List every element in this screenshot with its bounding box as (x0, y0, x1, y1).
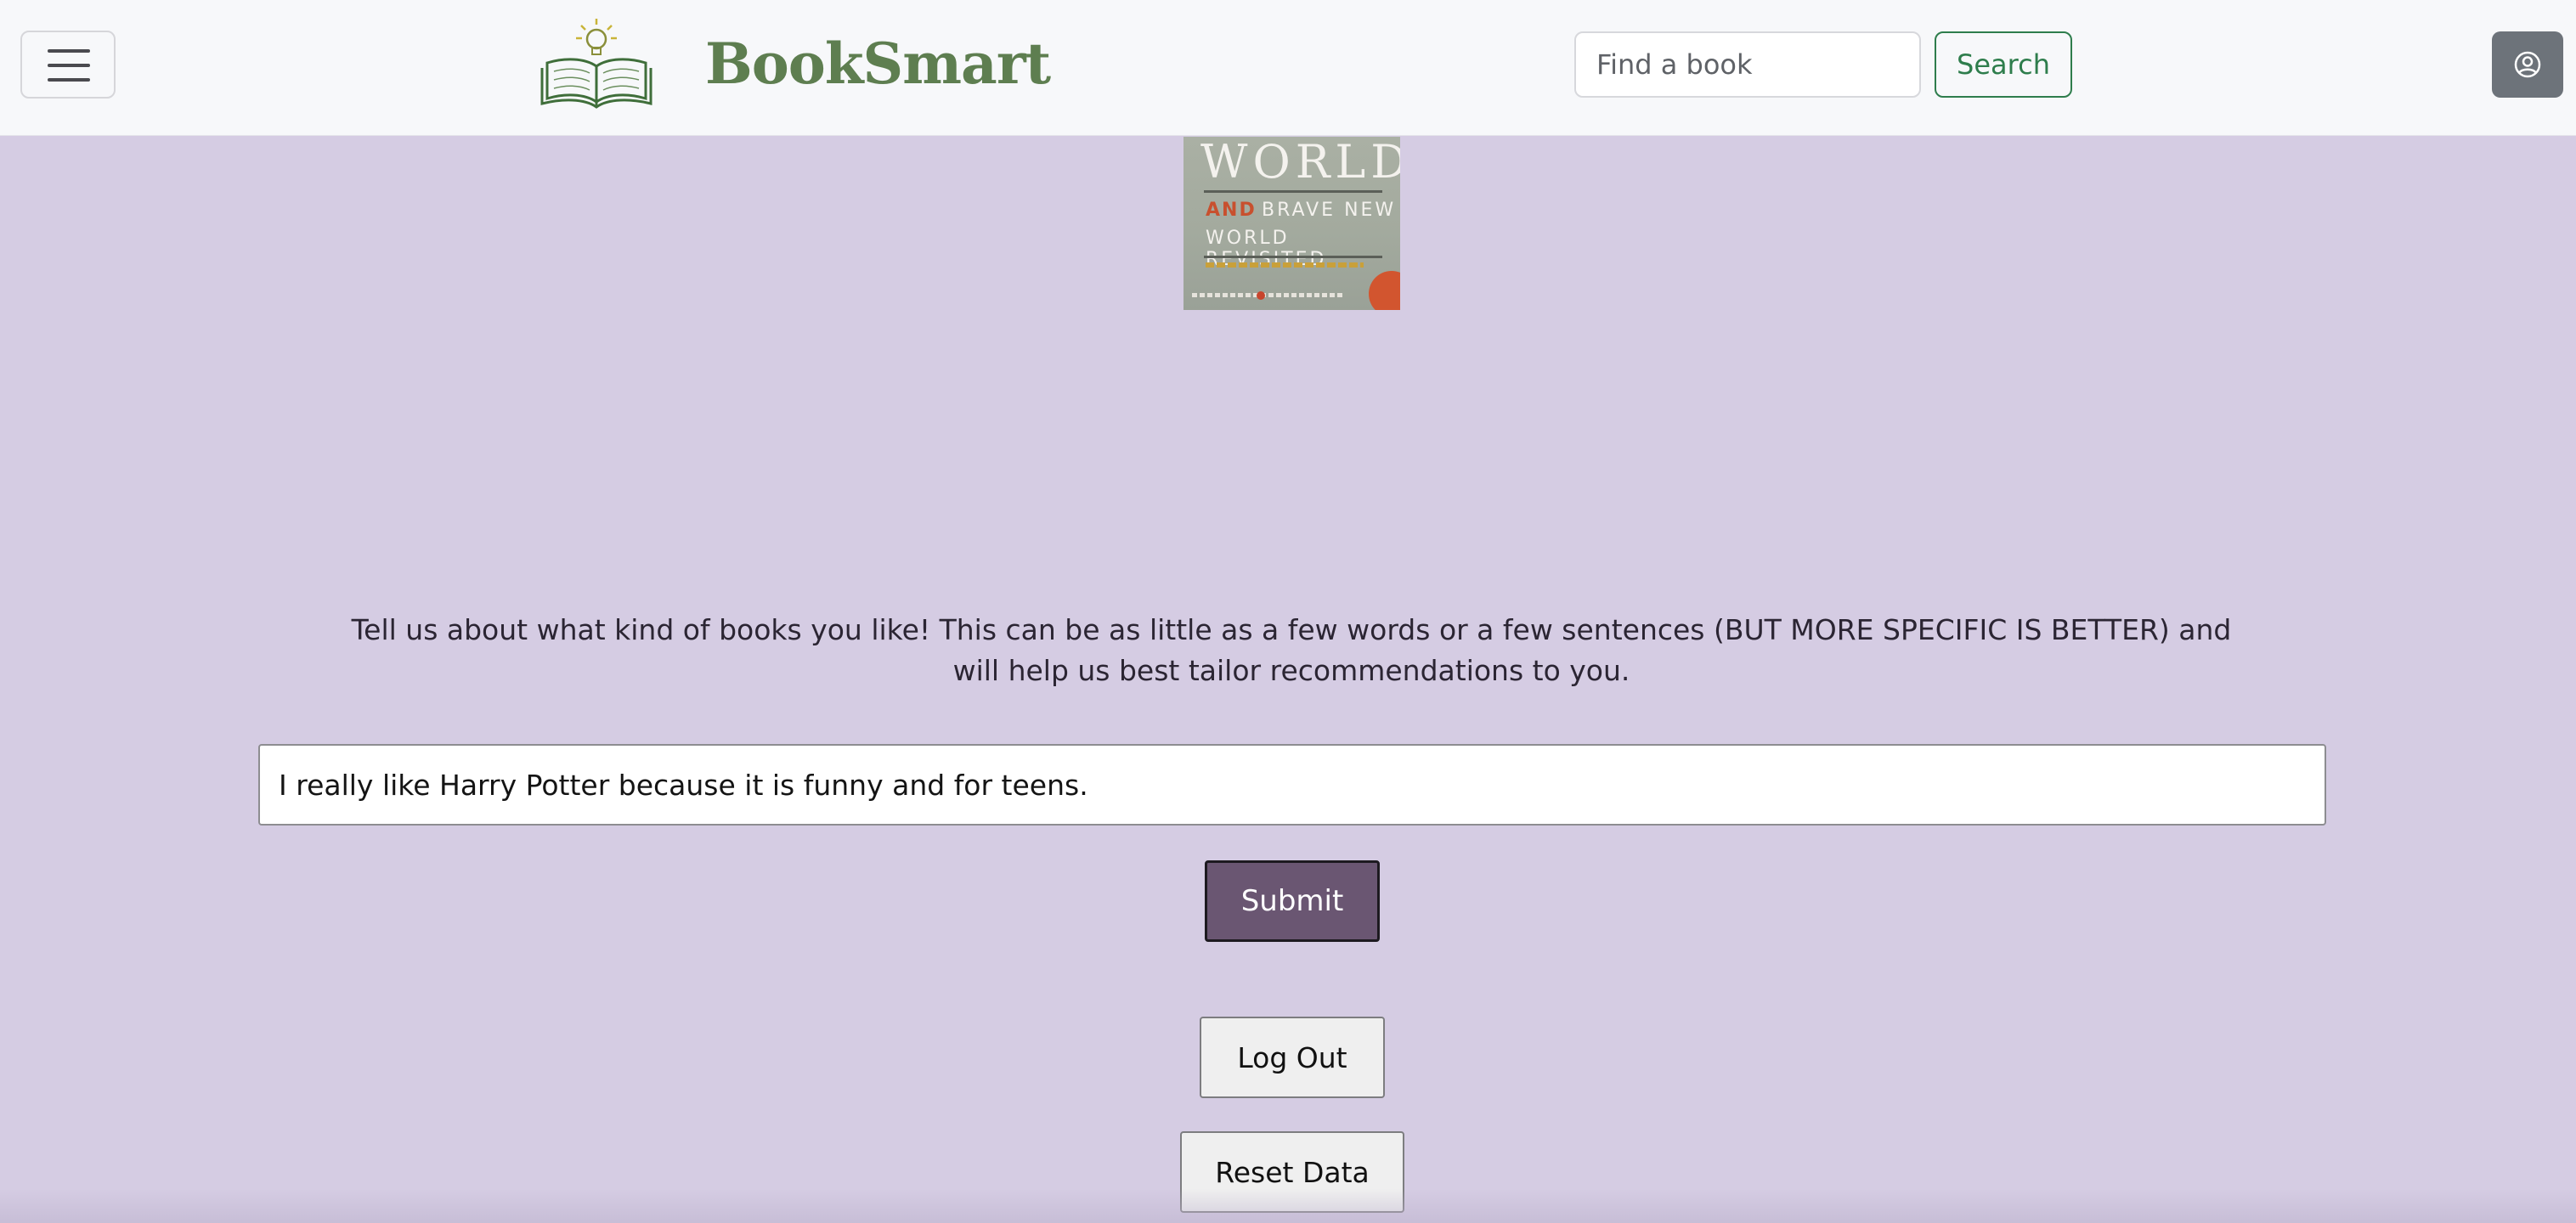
brand-title[interactable]: BookSmart (705, 29, 1051, 99)
cover-badge (1369, 271, 1400, 310)
menu-bar (48, 78, 90, 82)
cover-publisher-logo (1257, 291, 1265, 300)
cover-divider (1204, 190, 1382, 193)
book-cover-image[interactable]: WORLD AND BRAVE NEW WORLD REVISITED (1183, 137, 1400, 310)
book-cover-title: WORLD (1200, 137, 1400, 189)
log-out-button[interactable]: Log Out (1200, 1017, 1385, 1098)
user-circle-icon (2514, 51, 2541, 78)
menu-bar (48, 64, 90, 67)
submit-button[interactable]: Submit (1205, 860, 1380, 942)
book-cover-and: AND (1206, 200, 1257, 221)
navbar: BookSmart Search (0, 0, 2576, 136)
reset-data-button[interactable]: Reset Data (1180, 1131, 1404, 1213)
hamburger-menu-icon[interactable] (20, 31, 116, 99)
booksmart-logo-icon[interactable] (539, 15, 654, 110)
book-cover-subtitle-line1: BRAVE NEW (1262, 200, 1397, 221)
cover-publisher-text (1192, 293, 1345, 297)
search-button[interactable]: Search (1935, 31, 2072, 98)
cover-divider (1204, 256, 1382, 258)
preferences-prompt: Tell us about what kind of books you lik… (351, 613, 2232, 687)
book-search-input[interactable] (1574, 31, 1921, 98)
book-preferences-input[interactable] (258, 744, 2326, 826)
profile-button[interactable] (2492, 31, 2563, 98)
cover-foreword-text (1206, 262, 1364, 268)
open-book-lightbulb-icon (539, 15, 654, 110)
menu-bar (48, 49, 90, 53)
